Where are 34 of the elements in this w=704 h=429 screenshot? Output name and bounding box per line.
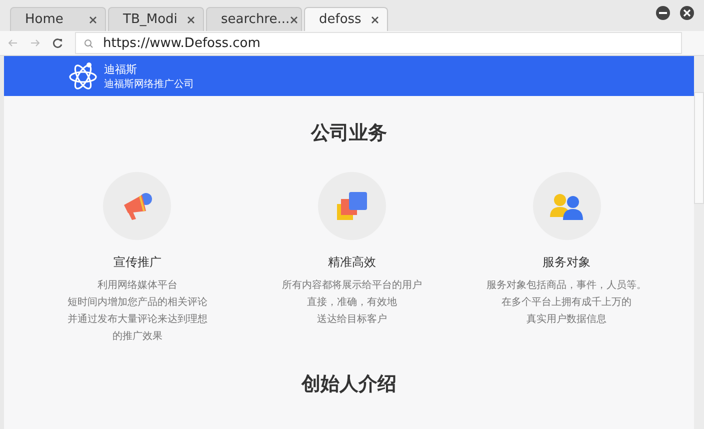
browser-tab[interactable]: defoss bbox=[304, 7, 388, 31]
search-icon bbox=[84, 38, 93, 48]
service-description: 真实用户数据信息 bbox=[526, 312, 607, 326]
browser-tab[interactable]: Home bbox=[10, 7, 106, 31]
service-title: 宣传推广 bbox=[113, 254, 162, 271]
close-icon[interactable] bbox=[89, 16, 97, 24]
layers-icon bbox=[334, 190, 369, 222]
service-description: 所有内容都将展示给平台的用户 bbox=[282, 278, 422, 292]
service-description: 在多个平台上拥有成千上万的 bbox=[502, 296, 632, 309]
brand-subtitle: 迪福斯网络推广公司 bbox=[104, 78, 194, 90]
service-description: 的推广效果 bbox=[112, 330, 162, 343]
service-description: 送达给目标客户 bbox=[316, 312, 387, 326]
service-description: 短时间内增加您产品的相关评论 bbox=[67, 296, 208, 309]
service-description: 并通过发布大量评论来达到理想 bbox=[67, 312, 208, 326]
close-icon[interactable] bbox=[187, 16, 195, 24]
close-icon[interactable] bbox=[290, 16, 298, 24]
browser-tab[interactable]: TB_Modi bbox=[108, 7, 204, 31]
scrollbar[interactable] bbox=[694, 56, 704, 429]
service-title: 服务对象 bbox=[542, 254, 591, 271]
service-description: 直接，准确，有效地 bbox=[306, 296, 397, 309]
people-icon bbox=[548, 191, 585, 221]
reload-icon[interactable] bbox=[52, 38, 63, 48]
browser-tab[interactable]: searchre... bbox=[206, 7, 302, 31]
section-title: 公司业务 bbox=[310, 121, 388, 146]
minimize-icon[interactable] bbox=[656, 6, 670, 20]
service-title: 精准高效 bbox=[328, 254, 376, 271]
close-icon[interactable] bbox=[680, 6, 694, 20]
service-description: 服务对象包括商品，事件，人员等。 bbox=[486, 278, 647, 292]
brand-name: 迪福斯 bbox=[104, 62, 138, 76]
section-title: 创始人介绍 bbox=[300, 372, 398, 397]
close-icon[interactable] bbox=[371, 16, 379, 24]
address-field[interactable]: https://www.Defoss.com bbox=[75, 32, 682, 54]
service-description: 利用网络媒体平台 bbox=[97, 278, 178, 292]
atom-logo-icon bbox=[68, 61, 98, 91]
